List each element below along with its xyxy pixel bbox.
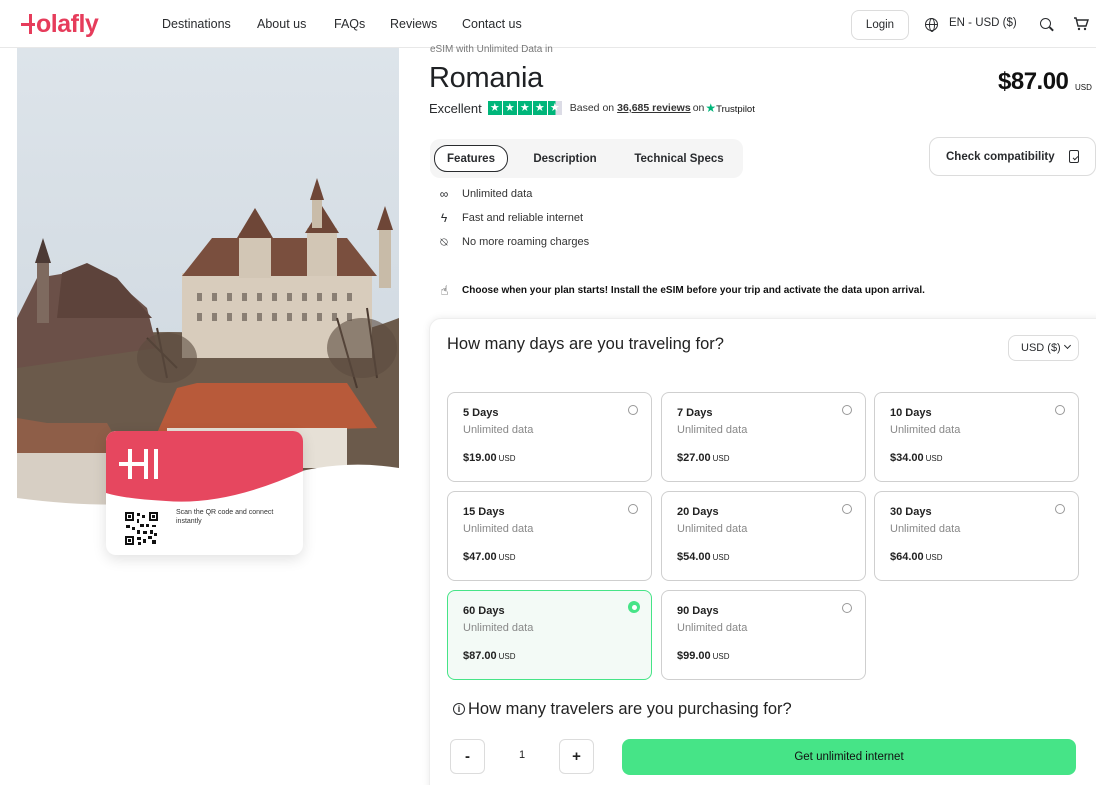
nav-contact-us[interactable]: Contact us: [462, 17, 522, 31]
star-icon: [517, 100, 532, 116]
checklist-icon: [1069, 150, 1079, 163]
no-roaming-icon: ⍉: [440, 235, 448, 249]
feature-unlimited-data: ∞ Unlimited data: [437, 186, 533, 202]
plan-option-7-days[interactable]: 7 Days Unlimited data $27.00 USD: [661, 392, 866, 482]
radio-button[interactable]: [1055, 504, 1065, 514]
currency-select[interactable]: USD ($): [1008, 335, 1079, 361]
radio-button-selected[interactable]: [628, 601, 640, 613]
star-icon: [502, 100, 517, 116]
cart-icon[interactable]: [1073, 17, 1089, 31]
get-unlimited-internet-button[interactable]: Get unlimited internet: [622, 739, 1076, 775]
product-title: Romania: [429, 62, 543, 94]
plan-option-15-days[interactable]: 15 Days Unlimited data $47.00 USD: [447, 491, 652, 581]
travelers-question: i How many travelers are you purchasing …: [453, 699, 792, 719]
holafly-logo-mark: [21, 14, 35, 34]
star-icon: [487, 100, 502, 116]
plan-option-90-days[interactable]: 90 Days Unlimited data $99.00 USD: [661, 590, 866, 680]
plan-start-note: ☝ Choose when your plan starts! Install …: [436, 281, 925, 299]
radio-button[interactable]: [628, 405, 638, 415]
product-price: $87.00: [998, 68, 1069, 95]
info-icon[interactable]: i: [453, 703, 465, 715]
plan-option-20-days[interactable]: 20 Days Unlimited data $54.00 USD: [661, 491, 866, 581]
plan-option-10-days[interactable]: 10 Days Unlimited data $34.00 USD: [874, 392, 1079, 482]
holafly-card-logo: [106, 431, 303, 502]
travelers-quantity: 1: [518, 749, 526, 761]
feature-fast-internet: ϟ Fast and reliable internet: [437, 210, 583, 226]
search-icon[interactable]: [1040, 18, 1051, 29]
tab-technical-specs[interactable]: Technical Specs: [626, 145, 732, 172]
trustpilot-rating: Excellent Based on36,685 reviewson ★Trus…: [429, 100, 755, 116]
plan-option-5-days[interactable]: 5 Days Unlimited data $19.00 USD: [447, 392, 652, 482]
radio-button[interactable]: [842, 603, 852, 613]
chevron-down-icon: [1063, 341, 1072, 350]
radio-button[interactable]: [628, 504, 638, 514]
increase-travelers-button[interactable]: +: [559, 739, 594, 774]
qr-code-icon: [125, 512, 158, 545]
rating-label: Excellent: [429, 100, 482, 116]
nav-destinations[interactable]: Destinations: [162, 17, 231, 31]
trustpilot-logo[interactable]: ★Trustpilot: [705, 101, 754, 115]
product-tabs: Features Description Technical Specs: [430, 139, 743, 178]
decrease-travelers-button[interactable]: -: [450, 739, 485, 774]
check-compatibility-button[interactable]: Check compatibility: [929, 137, 1096, 176]
scan-qr-caption: Scan the QR code and connect instantly: [176, 509, 274, 525]
infinity-icon: ∞: [439, 187, 449, 201]
language-currency-selector[interactable]: EN - USD ($): [949, 17, 1017, 29]
top-header: olafly Destinations About us FAQs Review…: [0, 0, 1096, 48]
tab-description[interactable]: Description: [526, 145, 604, 172]
reviews-summary: Based on 36,685 reviews on: [569, 102, 705, 114]
star-icon: [532, 100, 547, 116]
radio-button[interactable]: [842, 405, 852, 415]
esim-card-preview: Scan the QR code and connect instantly: [106, 431, 303, 555]
product-subtitle: eSIM with Unlimited Data in: [430, 44, 553, 55]
lightning-icon: ϟ: [440, 211, 448, 225]
days-question: How many days are you traveling for?: [447, 335, 724, 353]
rating-stars: [487, 100, 562, 116]
star-half-icon: [547, 100, 562, 116]
holafly-logo[interactable]: olafly: [21, 10, 99, 38]
hand-tap-icon: ☝: [440, 282, 449, 298]
feature-no-roaming: ⍉ No more roaming charges: [437, 234, 589, 250]
nav-about-us[interactable]: About us: [257, 17, 306, 31]
radio-button[interactable]: [1055, 405, 1065, 415]
trustpilot-star-icon: ★: [705, 101, 717, 115]
plan-option-30-days[interactable]: 30 Days Unlimited data $64.00 USD: [874, 491, 1079, 581]
nav-faqs[interactable]: FAQs: [334, 17, 365, 31]
product-price-currency: USD: [1075, 83, 1092, 92]
radio-button[interactable]: [842, 504, 852, 514]
globe-icon[interactable]: [925, 18, 938, 32]
login-button[interactable]: Login: [851, 10, 909, 40]
tab-features[interactable]: Features: [434, 145, 508, 172]
nav-reviews[interactable]: Reviews: [390, 17, 437, 31]
reviews-link[interactable]: 36,685 reviews: [617, 102, 691, 114]
plan-option-60-days[interactable]: 60 Days Unlimited data $87.00 USD: [447, 590, 652, 680]
